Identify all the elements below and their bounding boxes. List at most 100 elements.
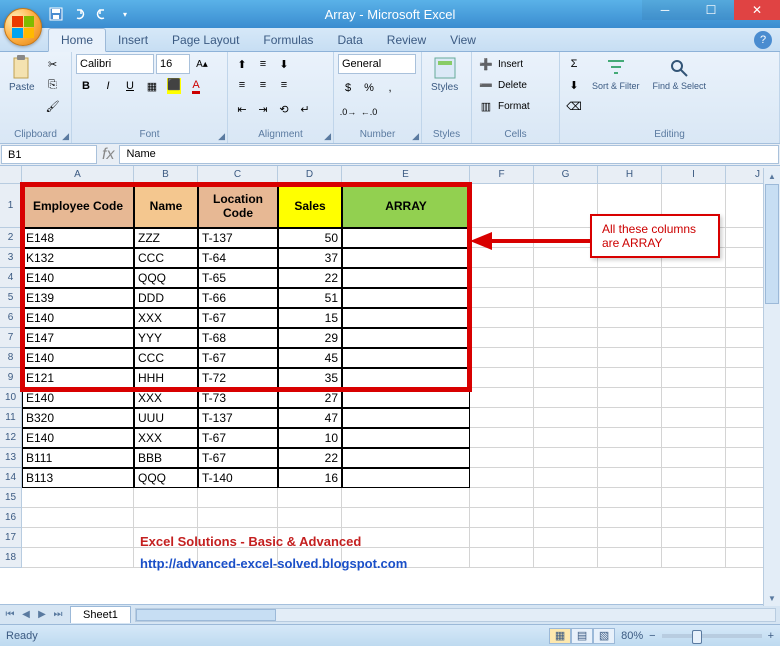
minimize-button[interactable]: ─ — [642, 0, 688, 20]
table-cell[interactable]: 16 — [278, 468, 342, 488]
empty-cell[interactable] — [662, 428, 726, 448]
table-cell[interactable] — [342, 348, 470, 368]
empty-cell[interactable] — [470, 528, 534, 548]
empty-cell[interactable] — [134, 508, 198, 528]
empty-cell[interactable] — [534, 528, 598, 548]
empty-cell[interactable] — [470, 408, 534, 428]
table-cell[interactable]: E140 — [22, 308, 134, 328]
name-box[interactable]: B1 — [1, 145, 97, 164]
empty-cell[interactable] — [470, 388, 534, 408]
save-icon[interactable] — [45, 3, 67, 25]
empty-cell[interactable] — [534, 184, 598, 228]
empty-cell[interactable] — [662, 548, 726, 568]
table-cell[interactable]: T-66 — [198, 288, 278, 308]
table-cell[interactable] — [342, 428, 470, 448]
zoom-in-icon[interactable]: + — [768, 630, 774, 642]
row-header[interactable]: 8 — [0, 348, 22, 368]
table-cell[interactable]: T-65 — [198, 268, 278, 288]
table-cell[interactable]: 15 — [278, 308, 342, 328]
clear-icon[interactable]: ⌫ — [564, 96, 584, 116]
table-cell[interactable] — [342, 328, 470, 348]
delete-cells-icon[interactable]: ➖ — [476, 75, 496, 95]
empty-cell[interactable] — [470, 288, 534, 308]
align-right-icon[interactable]: ≡ — [274, 75, 294, 95]
row-headers[interactable]: 123456789101112131415161718 — [0, 184, 22, 568]
empty-cell[interactable] — [534, 268, 598, 288]
row-header[interactable]: 12 — [0, 428, 22, 448]
table-cell[interactable]: B111 — [22, 448, 134, 468]
italic-button[interactable]: I — [98, 76, 118, 96]
column-headers[interactable]: ABCDEFGHIJ — [22, 166, 780, 184]
table-cell[interactable]: E140 — [22, 428, 134, 448]
table-cell[interactable] — [342, 448, 470, 468]
row-header[interactable]: 16 — [0, 508, 22, 528]
tab-data[interactable]: Data — [325, 29, 374, 51]
empty-cell[interactable] — [534, 408, 598, 428]
empty-cell[interactable] — [534, 368, 598, 388]
table-cell[interactable]: 51 — [278, 288, 342, 308]
table-cell[interactable] — [342, 308, 470, 328]
zoom-slider[interactable] — [662, 634, 762, 638]
alignment-launcher-icon[interactable]: ◢ — [324, 131, 331, 142]
table-cell[interactable] — [342, 248, 470, 268]
increase-indent-icon[interactable]: ⇥ — [253, 99, 273, 119]
empty-cell[interactable] — [598, 528, 662, 548]
empty-cell[interactable] — [22, 548, 134, 568]
empty-cell[interactable] — [662, 308, 726, 328]
table-cell[interactable]: 29 — [278, 328, 342, 348]
empty-cell[interactable] — [598, 288, 662, 308]
empty-cell[interactable] — [598, 408, 662, 428]
empty-cell[interactable] — [470, 508, 534, 528]
row-header[interactable]: 13 — [0, 448, 22, 468]
orientation-icon[interactable]: ⟲ — [274, 99, 294, 119]
table-cell[interactable]: 22 — [278, 268, 342, 288]
row-header[interactable]: 5 — [0, 288, 22, 308]
horizontal-scrollbar[interactable] — [135, 608, 776, 622]
empty-cell[interactable] — [22, 488, 134, 508]
row-header[interactable]: 6 — [0, 308, 22, 328]
empty-cell[interactable] — [534, 448, 598, 468]
row-header[interactable]: 1 — [0, 184, 22, 228]
empty-cell[interactable] — [534, 328, 598, 348]
page-break-view-icon[interactable]: ▧ — [593, 628, 615, 644]
empty-cell[interactable] — [598, 388, 662, 408]
empty-cell[interactable] — [470, 348, 534, 368]
office-button[interactable] — [4, 8, 42, 46]
format-painter-icon[interactable]: 🖌 — [43, 96, 63, 116]
column-header[interactable]: D — [278, 166, 342, 184]
table-cell[interactable]: XXX — [134, 308, 198, 328]
empty-cell[interactable] — [470, 488, 534, 508]
empty-cell[interactable] — [662, 348, 726, 368]
row-header[interactable]: 11 — [0, 408, 22, 428]
row-header[interactable]: 15 — [0, 488, 22, 508]
align-center-icon[interactable]: ≡ — [253, 75, 273, 95]
table-cell[interactable]: B320 — [22, 408, 134, 428]
table-cell[interactable]: E148 — [22, 228, 134, 248]
column-header[interactable]: I — [662, 166, 726, 184]
table-cell[interactable] — [342, 468, 470, 488]
column-header[interactable]: A — [22, 166, 134, 184]
table-header-cell[interactable]: Name — [134, 184, 198, 228]
column-header[interactable]: C — [198, 166, 278, 184]
decrease-decimal-icon[interactable]: ←.0 — [359, 102, 379, 122]
table-cell[interactable]: T-67 — [198, 428, 278, 448]
empty-cell[interactable] — [278, 488, 342, 508]
tab-formulas[interactable]: Formulas — [251, 29, 325, 51]
table-cell[interactable]: E140 — [22, 388, 134, 408]
grow-font-icon[interactable]: A▴ — [192, 54, 212, 74]
empty-cell[interactable] — [134, 488, 198, 508]
table-cell[interactable]: UUU — [134, 408, 198, 428]
empty-cell[interactable] — [22, 508, 134, 528]
table-cell[interactable] — [342, 408, 470, 428]
insert-cells-icon[interactable]: ➕ — [476, 54, 496, 74]
empty-cell[interactable] — [662, 368, 726, 388]
empty-cell[interactable] — [534, 288, 598, 308]
table-header-cell[interactable]: Location Code — [198, 184, 278, 228]
qat-customize-icon[interactable]: ▾ — [114, 3, 136, 25]
decrease-indent-icon[interactable]: ⇤ — [232, 99, 252, 119]
underline-button[interactable]: U — [120, 76, 140, 96]
border-icon[interactable]: ▦ — [142, 76, 162, 96]
table-cell[interactable]: QQQ — [134, 468, 198, 488]
column-header[interactable]: B — [134, 166, 198, 184]
empty-cell[interactable] — [534, 488, 598, 508]
